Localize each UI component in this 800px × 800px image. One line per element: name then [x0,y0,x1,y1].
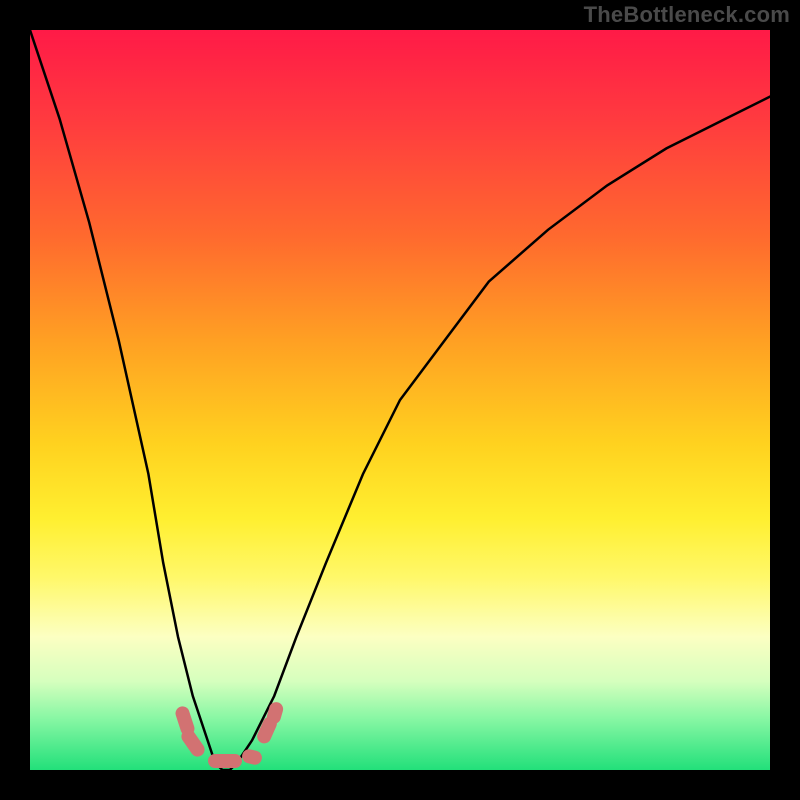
marker-blob [208,754,242,768]
bottleneck-curve [30,30,770,770]
chart-frame: TheBottleneck.com [0,0,800,800]
watermark-text: TheBottleneck.com [584,2,790,28]
plot-area [30,30,770,770]
